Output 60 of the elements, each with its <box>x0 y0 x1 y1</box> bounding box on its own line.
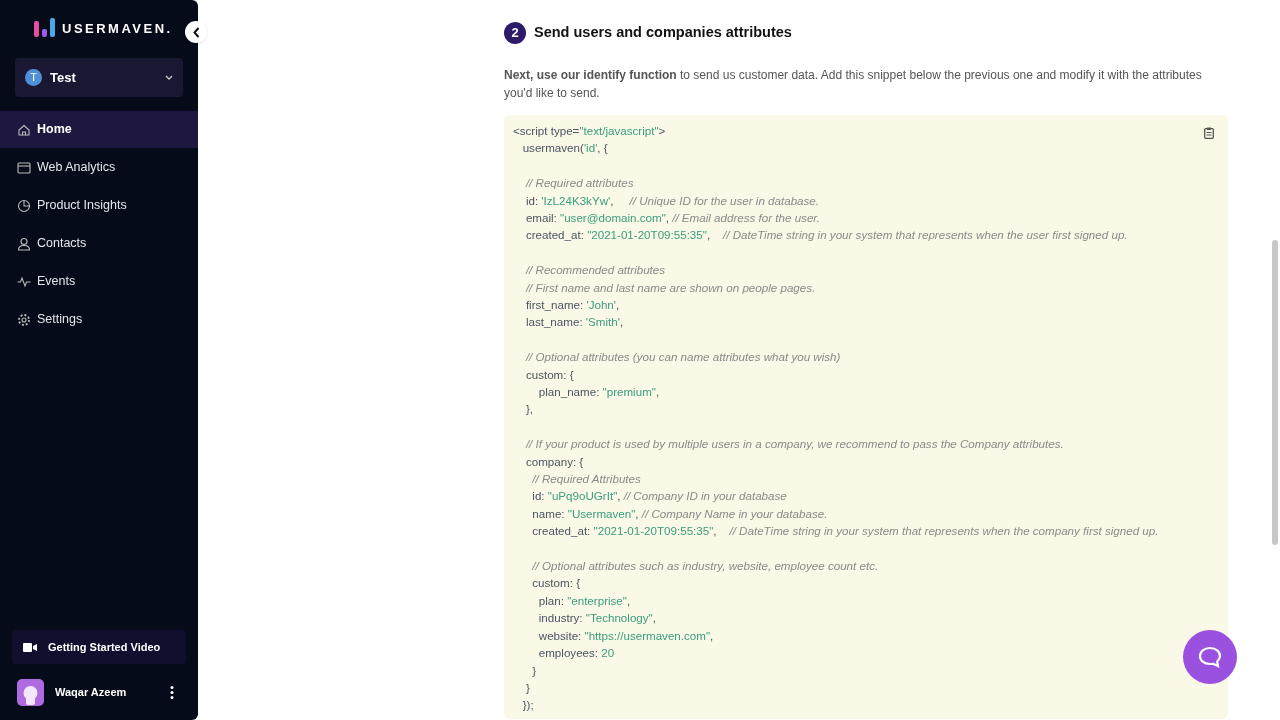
code-line: // Recommended attributes <box>524 262 666 279</box>
sidebar-nav-item[interactable]: Settings <box>0 301 198 338</box>
code-line: // Required Attributes <box>531 471 641 488</box>
workspace-avatar: T <box>25 69 42 86</box>
code-line: // Optional attributes such as industry, website, employee count etc. <box>531 558 879 575</box>
code-line: }, <box>524 401 533 418</box>
code-line: website: "https://usermaven.com", <box>537 627 714 644</box>
code-line: id: 'IzL24K3kYw', // Unique ID for the user in database. <box>524 192 820 209</box>
code-line: created_at: "2021-01-20T09:55:35", // DateTime string in your system that represents when the company first signed up. <box>531 523 1159 540</box>
clipboard-icon[interactable] <box>1204 127 1214 139</box>
sidebar-nav-item[interactable]: Events <box>0 263 198 300</box>
workspace-name: Test <box>50 68 77 87</box>
user-name: Waqar Azeem <box>55 684 128 700</box>
code-line: usermaven('id', { <box>521 140 608 157</box>
sidebar-nav-item[interactable]: Product Insights <box>0 187 198 224</box>
code-line: id: "uPq9oUGrIt", // Company ID in your database <box>531 488 787 505</box>
chat-bubble-icon <box>1198 646 1222 668</box>
pie-chart-icon <box>17 198 31 213</box>
section-description: Next, use our identify function to send us customer data. Add this snippet below the previous one and modify it with the attributes you'd like to send. <box>504 67 1203 102</box>
sidebar-nav-item[interactable]: Web Analytics <box>0 149 198 186</box>
code-line: // If your product is used by multiple users in a company, we recommend to pass the Company attributes. <box>524 436 1064 453</box>
collapse-sidebar-button[interactable] <box>185 21 207 43</box>
code-line: // Optional attributes (you can name attributes what you wish) <box>524 349 841 366</box>
code-line: employees: 20 <box>537 645 615 662</box>
chevron-left-icon <box>192 26 200 38</box>
step-number: 2 <box>504 22 526 44</box>
code-line: name: "Usermaven", // Company Name in your database. <box>531 505 828 522</box>
code-line: created_at: "2021-01-20T09:55:35", // DateTime string in your system that represents when the user first signed up. <box>524 227 1128 244</box>
pulse-icon <box>17 274 31 289</box>
getting-started-video-button[interactable]: Getting Started Video <box>12 630 186 664</box>
chevron-down-icon <box>165 75 173 80</box>
code-line: last_name: 'Smith', <box>524 314 624 331</box>
logo-icon <box>34 17 56 40</box>
code-line: industry: "Technology", <box>537 610 656 627</box>
sidebar-nav-item[interactable]: Contacts <box>0 225 198 262</box>
code-line: company: { <box>524 453 584 470</box>
scrollbar-thumb[interactable] <box>1272 240 1278 545</box>
video-camera-icon <box>23 642 37 652</box>
home-icon <box>17 122 31 137</box>
code-line: custom: { <box>524 366 574 383</box>
code-line: <script type="text/javascript"> <box>513 123 666 139</box>
code-line: plan_name: "premium", <box>537 384 660 401</box>
settings-icon <box>17 312 31 327</box>
more-options-icon[interactable] <box>170 685 174 699</box>
code-line: } <box>531 662 537 679</box>
code-line: }); <box>521 697 534 714</box>
logo-text: USERMAVEN. <box>62 19 173 38</box>
sidebar-nav-item[interactable]: Home <box>0 111 198 148</box>
code-line: plan: "enterprise", <box>537 592 631 609</box>
person-icon <box>17 236 31 251</box>
user-avatar <box>17 678 44 706</box>
code-line: custom: { <box>531 575 580 592</box>
code-line: email: "user@domain.com", // Email address for the user. <box>524 210 820 226</box>
code-line: // Required attributes <box>524 175 634 192</box>
workspace-selector[interactable]: T Test <box>15 58 183 97</box>
browser-window-icon <box>17 160 31 175</box>
code-line: } <box>524 679 530 696</box>
code-line: // First name and last name are shown on people pages. <box>524 279 816 296</box>
section-title: Send users and companies attributes <box>534 23 792 43</box>
code-line: first_name: 'John', <box>524 297 620 314</box>
